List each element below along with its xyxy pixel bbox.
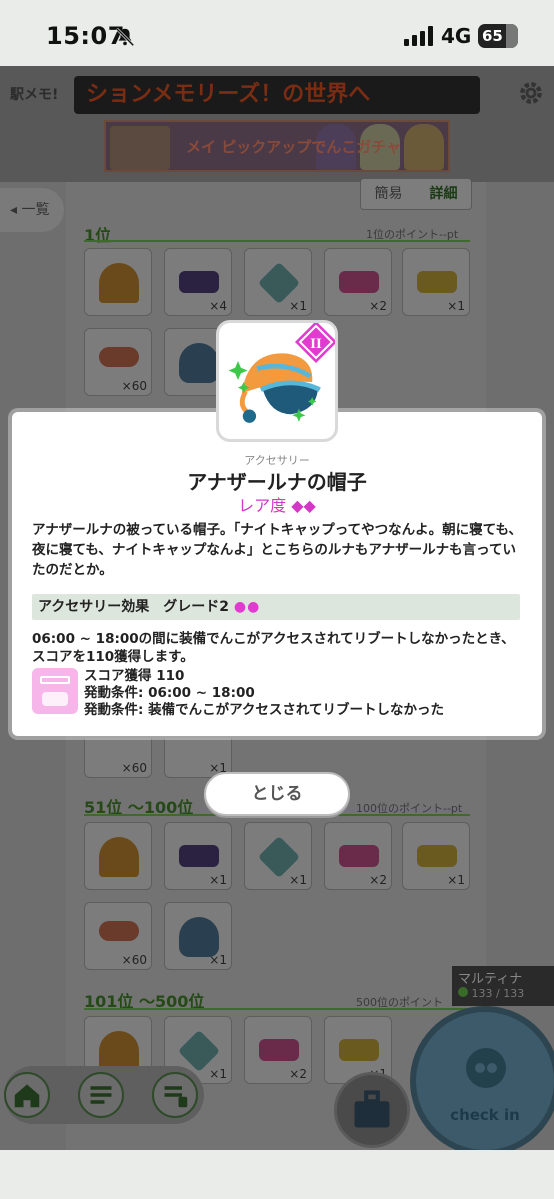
grade-dots: ●● — [233, 599, 261, 615]
reward-item-trophy[interactable] — [84, 248, 152, 316]
reward-item-pink-ticket[interactable]: ×2 — [244, 1016, 312, 1084]
view-toggle: 簡易 詳細 — [360, 178, 472, 210]
score-details: スコア獲得 110 発動条件: 06:00 ~ 18:00 発動条件: 装備でん… — [84, 668, 444, 719]
item-count: ×2 — [369, 873, 387, 887]
item-count: ×1 — [209, 1067, 227, 1081]
list-tab[interactable]: ◂ 一覧 — [0, 188, 64, 232]
check-in-button[interactable]: check in — [410, 1006, 554, 1150]
reward-item-bouquet[interactable]: ×60 — [84, 902, 152, 970]
battery-level: 65 — [482, 27, 503, 45]
gacha-banner[interactable]: メイ ピックアップでんこガチャ — [104, 120, 450, 172]
reward-item-bouquet[interactable]: ×60 — [84, 738, 152, 778]
footer-nav — [4, 1066, 204, 1124]
item-icon-card: II — [216, 320, 338, 442]
reward-item-bouquet[interactable]: ×60 — [84, 328, 152, 396]
train-list-icon — [164, 1086, 188, 1108]
score-card-icon — [32, 668, 78, 714]
briefcase-icon — [354, 1090, 390, 1128]
condition-time: 発動条件: 06:00 ~ 18:00 — [84, 685, 255, 701]
bag-button[interactable] — [334, 1072, 410, 1148]
character-tag[interactable]: マルティナ 133 / 133 — [452, 966, 554, 1006]
list-icon — [90, 1086, 112, 1104]
rarity-badge-icon: II — [295, 323, 335, 363]
app-logo: 駅メモ! — [10, 87, 59, 103]
reward-item-gold-ticket[interactable]: ×1 — [402, 248, 470, 316]
reward-item-pink-ticket[interactable]: ×2 — [324, 822, 392, 890]
item-description: アナザールナの被っている帽子。「ナイトキャップってやつなんよ。朝に寝ても、夜に寝… — [32, 522, 523, 578]
bell-muted-icon — [115, 27, 135, 47]
rank-1-label: 1位 — [84, 226, 112, 245]
reward-item-ticket[interactable]: ×4 — [164, 248, 232, 316]
item-count: ×1 — [289, 873, 307, 887]
reward-item-pink-ticket[interactable]: ×2 — [324, 248, 392, 316]
item-count: ×60 — [121, 953, 147, 967]
item-count: ×1 — [209, 873, 227, 887]
item-count: ×1 — [447, 873, 465, 887]
item-rarity: レア度 ◆◆ — [0, 492, 554, 516]
item-count: ×1 — [447, 299, 465, 313]
reward-item-gold-ticket[interactable]: ×1 — [402, 822, 470, 890]
network-label: 4G — [441, 24, 472, 48]
app-header: 駅メモ! ションメモリーズ！の世界へ メイ ピックアップでんこガチャ — [0, 66, 554, 182]
effect-description: 06:00 ~ 18:00の間に装備でんこがアクセスされてリブートしなかったとき… — [32, 631, 515, 665]
effect-header: アクセサリー効果 グレード2 ●● — [32, 594, 520, 620]
rank-divider — [84, 1008, 470, 1010]
reward-item-crystal[interactable]: ×1 — [244, 248, 312, 316]
battery-icon: 65 — [478, 24, 518, 48]
effect-label: アクセサリー効果 グレード2 — [38, 599, 230, 615]
item-count: ×2 — [369, 299, 387, 313]
item-count: ×1 — [289, 299, 307, 313]
home-icon — [14, 1084, 40, 1108]
banner-text: メイ ピックアップでんこガチャ — [186, 138, 402, 156]
close-button[interactable]: とじる — [204, 772, 350, 816]
rarity-label: レア度 — [238, 496, 287, 515]
status-bar: 15:07 4G 65 — [0, 0, 554, 70]
item-count: ×1 — [209, 953, 227, 967]
item-title: アナザールナの帽子 — [187, 470, 367, 494]
rarity-badge-text: II — [310, 336, 322, 352]
gear-icon[interactable] — [518, 80, 544, 106]
home-indicator-bar — [0, 1150, 554, 1199]
item-count: ×60 — [121, 379, 147, 393]
reward-item-hat[interactable]: ×1 — [164, 902, 232, 970]
reward-item-ticket[interactable]: ×1 — [164, 822, 232, 890]
rarity-diamonds: ◆◆ — [291, 496, 316, 515]
reward-item-crystal[interactable]: ×1 — [244, 822, 312, 890]
station-list-button[interactable] — [78, 1072, 124, 1118]
condition-reboot: 発動条件: 装備でんこがアクセスされてリブートしなかった — [84, 702, 445, 718]
detail-view-button[interactable]: 詳細 — [416, 179, 471, 209]
item-count: ×60 — [121, 761, 147, 775]
item-count: ×2 — [289, 1067, 307, 1081]
rank-divider — [84, 240, 470, 242]
character-name: マルティナ — [458, 972, 523, 987]
check-in-label: check in — [450, 1106, 520, 1124]
home-button[interactable] — [4, 1072, 50, 1118]
mascot-icon — [466, 1048, 506, 1088]
train-list-button[interactable] — [152, 1072, 198, 1118]
signal-icon — [404, 26, 433, 46]
item-count: ×4 — [209, 299, 227, 313]
simple-view-button[interactable]: 簡易 — [361, 179, 416, 209]
reward-item-trophy[interactable] — [84, 822, 152, 890]
list-tab-label: 一覧 — [21, 202, 50, 218]
news-marquee[interactable]: ションメモリーズ！の世界へ — [74, 76, 480, 114]
character-hp: 133 / 133 — [471, 987, 525, 1000]
score-line: スコア獲得 110 — [84, 668, 185, 684]
